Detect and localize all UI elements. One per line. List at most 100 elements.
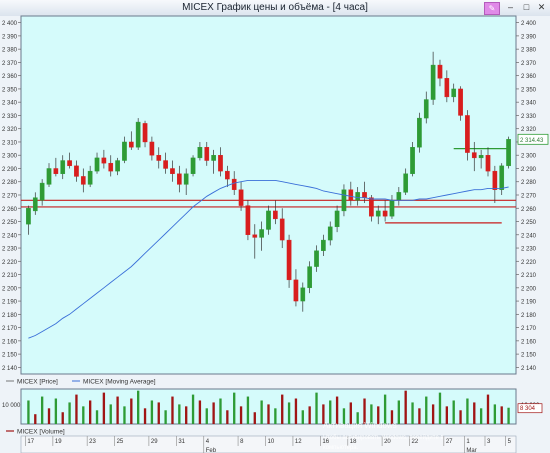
- y-tick-label-right: 2 300: [521, 154, 537, 160]
- candle-body: [156, 155, 162, 161]
- day-label: 23: [89, 439, 96, 445]
- candle-body: [94, 157, 100, 172]
- y-tick-label-left: 2 140: [2, 366, 18, 372]
- candle-body: [478, 155, 484, 159]
- y-tick-label-left: 2 380: [2, 48, 18, 54]
- volume-tick-label-left: 10 000: [2, 403, 21, 409]
- day-label: 19: [55, 439, 62, 445]
- candle-body: [492, 170, 498, 190]
- candle-body: [211, 155, 216, 161]
- y-tick-label-left: 2 360: [2, 74, 18, 80]
- y-tick-label-left: 2 180: [2, 313, 18, 319]
- candle-body: [245, 205, 251, 235]
- candle-body: [183, 173, 189, 185]
- y-tick-label-right: 2 370: [521, 61, 537, 67]
- candle-body: [458, 88, 463, 116]
- y-tick-label-right: 2 360: [521, 74, 537, 80]
- y-tick-label-right: 2 280: [521, 180, 537, 186]
- watermark-line-2: Чтобы активировать Windows, перейдите в: [323, 434, 444, 441]
- candle-body: [80, 176, 86, 185]
- candle-body: [60, 160, 66, 174]
- y-tick-label-left: 2 390: [2, 34, 18, 40]
- y-tick-label-left: 2 160: [2, 339, 18, 345]
- y-tick-label-left: 2 270: [2, 194, 18, 200]
- y-tick-label-right: 2 170: [521, 326, 537, 332]
- candle-body: [163, 160, 168, 169]
- candle-body: [437, 64, 443, 79]
- chart-canvas: 2 140 2 140 2 150 2 150 2 160 2 160 2 170 2 170…: [0, 15, 550, 453]
- candle-body: [32, 197, 38, 212]
- y-tick-label-left: 2 330: [2, 114, 18, 120]
- y-tick-label-right: 2 270: [521, 194, 537, 200]
- candle-body: [341, 189, 347, 212]
- day-label: 25: [117, 439, 124, 445]
- y-tick-label-right: 2 320: [521, 127, 537, 133]
- day-label: 12: [295, 439, 302, 445]
- candle-body: [403, 173, 409, 193]
- candle-body: [362, 192, 367, 198]
- day-label: 31: [178, 439, 185, 445]
- y-tick-label-left: 2 370: [2, 61, 18, 67]
- candle-body: [300, 287, 306, 302]
- legend-price-label: MICEX [Price]: [17, 379, 58, 386]
- candle-body: [410, 147, 415, 174]
- candle-body: [266, 210, 271, 230]
- candle-body: [375, 210, 381, 217]
- candle-body: [389, 200, 395, 217]
- candle-body: [430, 64, 436, 100]
- y-tick-label-left: 2 320: [2, 127, 18, 133]
- candle-body: [46, 168, 52, 185]
- candle-body: [204, 147, 210, 161]
- candle-body: [259, 229, 264, 238]
- candle-body: [218, 155, 223, 172]
- y-tick-label-right: 2 250: [521, 220, 537, 226]
- candle-body: [355, 192, 360, 201]
- candle-body: [225, 170, 230, 180]
- y-tick-label-left: 2 280: [2, 180, 18, 186]
- candle-body: [279, 218, 285, 241]
- y-tick-label-right: 2 150: [521, 353, 537, 359]
- candle-body: [231, 178, 237, 190]
- candle-body: [321, 239, 326, 251]
- candle-body: [74, 165, 79, 177]
- candle-body: [190, 157, 196, 174]
- candle-body: [417, 117, 422, 148]
- legend-ma-label: MICEX [Moving Average]: [83, 379, 156, 386]
- candle-body: [499, 165, 505, 190]
- candle-body: [382, 210, 388, 217]
- candle-body: [197, 147, 203, 159]
- y-tick-label-left: 2 290: [2, 167, 18, 173]
- y-tick-label-right: 2 240: [521, 233, 537, 239]
- y-tick-label-left: 2 190: [2, 300, 18, 306]
- y-tick-label-right: 2 180: [521, 313, 537, 319]
- y-tick-label-left: 2 230: [2, 247, 18, 253]
- candle-body: [177, 173, 182, 185]
- y-tick-label-right: 2 160: [521, 339, 537, 345]
- y-tick-label-right: 2 380: [521, 48, 537, 54]
- candle-body: [465, 115, 470, 153]
- candle-body: [506, 139, 511, 167]
- candle-body: [444, 78, 450, 98]
- y-tick-label-left: 2 250: [2, 220, 18, 226]
- candle-body: [67, 160, 72, 167]
- y-tick-label-left: 2 170: [2, 326, 18, 332]
- candle-body: [87, 170, 93, 185]
- watermark-line-3: компьютера.: [323, 445, 359, 451]
- candle-body: [471, 152, 477, 159]
- y-tick-label-left: 2 260: [2, 207, 18, 213]
- candle-body: [485, 155, 491, 172]
- y-tick-label-right: 2 400: [521, 21, 537, 27]
- candle-body: [396, 192, 402, 201]
- candle-body: [170, 168, 175, 174]
- candle-body: [286, 239, 292, 281]
- last-price-label: 2 314.43: [520, 138, 544, 144]
- month-label: Mar: [466, 448, 476, 453]
- day-label: 29: [151, 439, 158, 445]
- candle-body: [314, 250, 319, 267]
- candle-body: [53, 168, 59, 174]
- month-label: Feb: [206, 448, 217, 453]
- candle-body: [115, 160, 120, 172]
- y-tick-label-left: 2 240: [2, 233, 18, 239]
- y-tick-label-right: 2 290: [521, 167, 537, 173]
- day-label: 27: [446, 439, 453, 445]
